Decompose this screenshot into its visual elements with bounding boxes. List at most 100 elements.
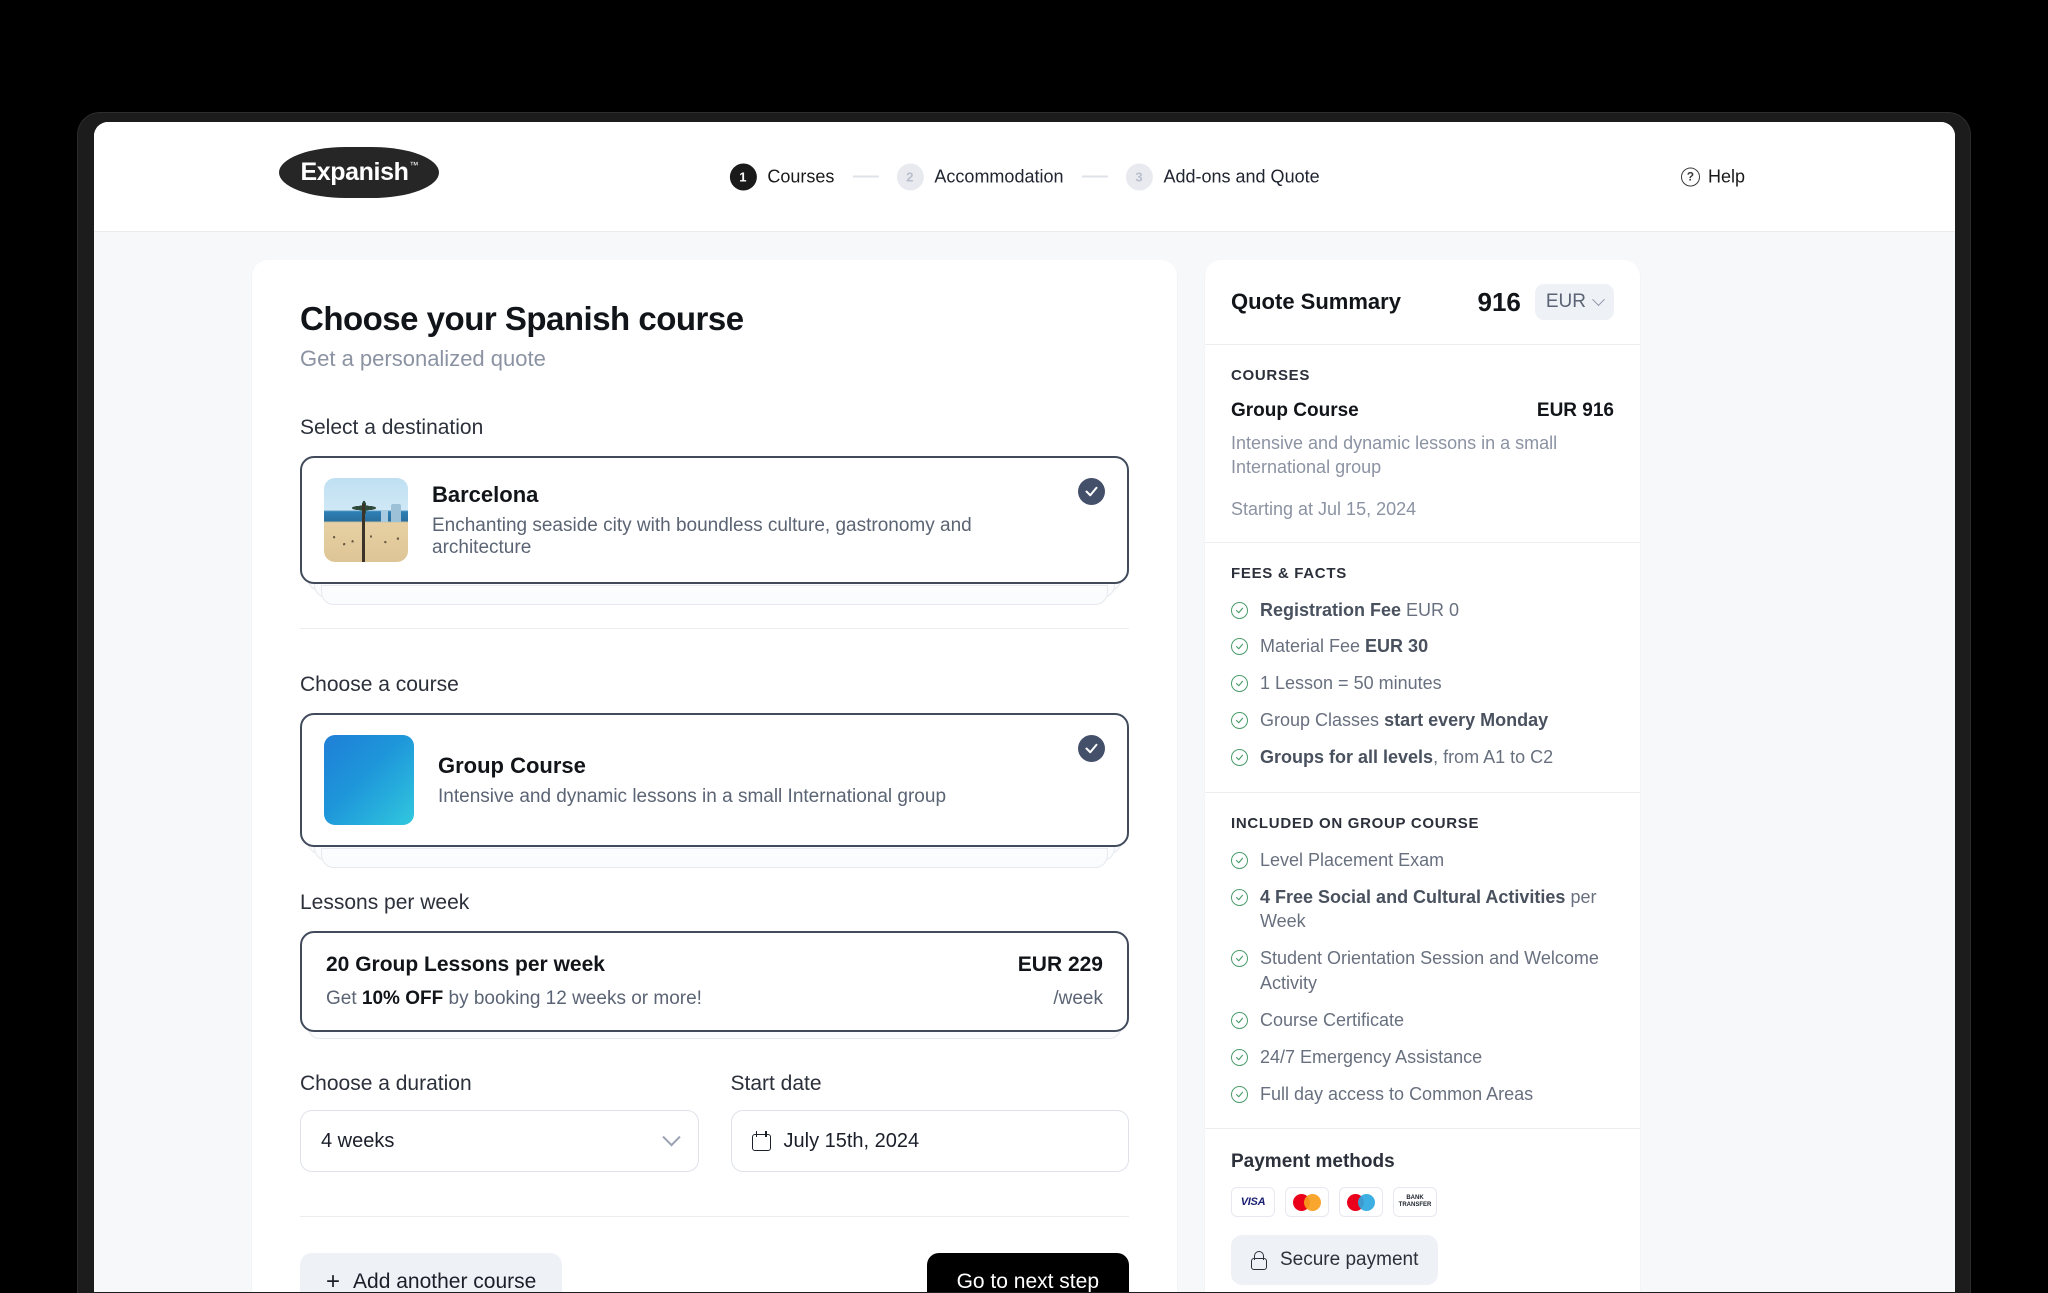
- secure-payment-label: Secure payment: [1280, 1249, 1418, 1271]
- group-course-thumbnail: [324, 735, 414, 825]
- lessons-section-label: Lessons per week: [300, 891, 1129, 915]
- section-divider: [300, 628, 1129, 629]
- included-caption: INCLUDED ON GROUP COURSE: [1231, 815, 1614, 832]
- check-circle-icon: [1231, 1012, 1248, 1029]
- list-item-text: Student Orientation Session and Welcome …: [1260, 946, 1614, 996]
- lessons-title: 20 Group Lessons per week: [326, 953, 702, 977]
- brand-logo-text: Expanish: [301, 158, 409, 187]
- course-name: Group Course: [438, 753, 1054, 779]
- page-title: Choose your Spanish course: [300, 300, 1129, 338]
- destination-card-body: Barcelona Enchanting seaside city with b…: [432, 482, 1054, 559]
- help-label: Help: [1708, 166, 1745, 187]
- list-item-text: Full day access to Common Areas: [1260, 1082, 1533, 1107]
- summary-courses-block: COURSES Group Course EUR 916 Intensive a…: [1205, 345, 1640, 543]
- duration-date-row: Choose a duration 4 weeks Start date Jul…: [300, 1072, 1129, 1172]
- list-item: Level Placement Exam: [1231, 848, 1614, 873]
- currency-selector[interactable]: EUR: [1535, 284, 1614, 320]
- course-card-group-course[interactable]: Group Course Intensive and dynamic lesso…: [300, 713, 1129, 847]
- page-subtitle: Get a personalized quote: [300, 346, 1129, 372]
- duration-select[interactable]: 4 weeks: [300, 1110, 699, 1172]
- destination-name: Barcelona: [432, 482, 1054, 508]
- trademark-icon: ™: [409, 160, 418, 170]
- check-circle-icon: [1231, 638, 1248, 655]
- check-circle-icon: [1231, 749, 1248, 766]
- step-label-courses: Courses: [767, 166, 834, 187]
- start-date-value: July 15th, 2024: [784, 1130, 920, 1153]
- duration-value: 4 weeks: [321, 1130, 394, 1153]
- lessons-per-week-card[interactable]: 20 Group Lessons per week Get 10% OFF by…: [300, 931, 1129, 1032]
- add-another-course-button[interactable]: + Add another course: [300, 1253, 562, 1292]
- destination-card-barcelona[interactable]: Barcelona Enchanting seaside city with b…: [300, 456, 1129, 584]
- summary-course-name: Group Course: [1231, 400, 1359, 422]
- currency-value: EUR: [1546, 291, 1586, 313]
- list-item: Registration Fee EUR 0: [1231, 598, 1614, 623]
- list-item-text: Group Classes start every Monday: [1260, 708, 1548, 733]
- destination-description: Enchanting seaside city with boundless c…: [432, 515, 1054, 559]
- help-button[interactable]: ? Help: [1681, 166, 1745, 187]
- plus-icon: +: [326, 1270, 340, 1292]
- add-another-course-label: Add another course: [353, 1270, 536, 1292]
- visa-icon: VISA: [1231, 1187, 1275, 1217]
- lessons-card-right: EUR 229 /week: [1018, 953, 1103, 1010]
- chevron-down-icon: [1592, 293, 1605, 306]
- go-to-next-step-button[interactable]: Go to next step: [927, 1253, 1129, 1292]
- check-circle-icon: [1231, 602, 1248, 619]
- list-item: Material Fee EUR 30: [1231, 634, 1614, 659]
- summary-course-line: Group Course EUR 916: [1231, 400, 1614, 422]
- destination-section-label: Select a destination: [300, 416, 1129, 440]
- step-addons-quote[interactable]: 3 Add-ons and Quote: [1125, 163, 1319, 190]
- list-item: Course Certificate: [1231, 1008, 1614, 1033]
- destination-card-stack: Barcelona Enchanting seaside city with b…: [300, 456, 1129, 584]
- chevron-down-icon: [662, 1128, 680, 1146]
- quote-total-amount: 916: [1477, 287, 1520, 318]
- course-section-label: Choose a course: [300, 673, 1129, 697]
- quote-summary-title: Quote Summary: [1231, 289, 1463, 315]
- step-label-addons-quote: Add-ons and Quote: [1163, 166, 1319, 187]
- course-description: Intensive and dynamic lessons in a small…: [438, 786, 1054, 808]
- lessons-promo-highlight: 10% OFF: [362, 988, 443, 1009]
- barcelona-beach-image: [324, 478, 408, 562]
- brand-logo[interactable]: Expanish ™: [279, 147, 439, 198]
- bank-transfer-icon: BANK TRANSFER: [1393, 1187, 1437, 1217]
- fees-facts-caption: FEES & FACTS: [1231, 565, 1614, 582]
- list-item-text: Registration Fee EUR 0: [1260, 598, 1459, 623]
- step-accommodation[interactable]: 2 Accommodation: [896, 163, 1063, 190]
- lessons-price: EUR 229: [1018, 953, 1103, 977]
- start-date-picker[interactable]: July 15th, 2024: [731, 1110, 1130, 1172]
- step-courses[interactable]: 1 Courses: [729, 163, 834, 190]
- check-circle-icon: [1231, 1086, 1248, 1103]
- list-item: Group Classes start every Monday: [1231, 708, 1614, 733]
- list-item-text: 24/7 Emergency Assistance: [1260, 1045, 1482, 1070]
- list-item: 1 Lesson = 50 minutes: [1231, 671, 1614, 696]
- list-item-text: Material Fee EUR 30: [1260, 634, 1428, 659]
- secure-payment-badge: Secure payment: [1231, 1235, 1438, 1285]
- check-circle-icon: [1231, 1049, 1248, 1066]
- stack-layer: [321, 585, 1108, 605]
- list-item-text: Course Certificate: [1260, 1008, 1404, 1033]
- step-number-1: 1: [729, 163, 756, 190]
- summary-course-description: Intensive and dynamic lessons in a small…: [1231, 431, 1614, 480]
- step-number-3: 3: [1125, 163, 1152, 190]
- summary-fees-block: FEES & FACTS Registration Fee EUR 0 Mater…: [1205, 543, 1640, 793]
- stack-layer: [321, 848, 1108, 868]
- check-circle-icon: [1231, 950, 1248, 967]
- quote-summary-panel: Quote Summary 916 EUR COURSES Group Cour…: [1205, 260, 1640, 1292]
- lock-icon: [1251, 1251, 1267, 1270]
- fees-facts-list: Registration Fee EUR 0 Material Fee EUR 3…: [1231, 598, 1614, 770]
- list-item-text: 1 Lesson = 50 minutes: [1260, 671, 1442, 696]
- step-divider-1: [852, 176, 878, 178]
- step-label-accommodation: Accommodation: [934, 166, 1063, 187]
- duration-label: Choose a duration: [300, 1072, 699, 1096]
- app-header: Expanish ™ 1 Courses 2 Accommodation 3 A…: [94, 122, 1955, 232]
- course-card-stack: Group Course Intensive and dynamic lesso…: [300, 713, 1129, 847]
- payment-methods-row: VISA BANK TRANSFER: [1231, 1187, 1614, 1217]
- summary-included-block: INCLUDED ON GROUP COURSE Level Placement…: [1205, 793, 1640, 1130]
- course-card-body: Group Course Intensive and dynamic lesso…: [438, 753, 1054, 808]
- list-item: Groups for all levels, from A1 to C2: [1231, 745, 1614, 770]
- courses-caption: COURSES: [1231, 367, 1614, 384]
- skyline-building-icon: [391, 504, 401, 522]
- check-circle-icon: [1231, 852, 1248, 869]
- maestro-icon: [1339, 1187, 1383, 1217]
- lessons-promo: Get 10% OFF by booking 12 weeks or more!: [326, 988, 702, 1010]
- lessons-card-stack: 20 Group Lessons per week Get 10% OFF by…: [300, 931, 1129, 1032]
